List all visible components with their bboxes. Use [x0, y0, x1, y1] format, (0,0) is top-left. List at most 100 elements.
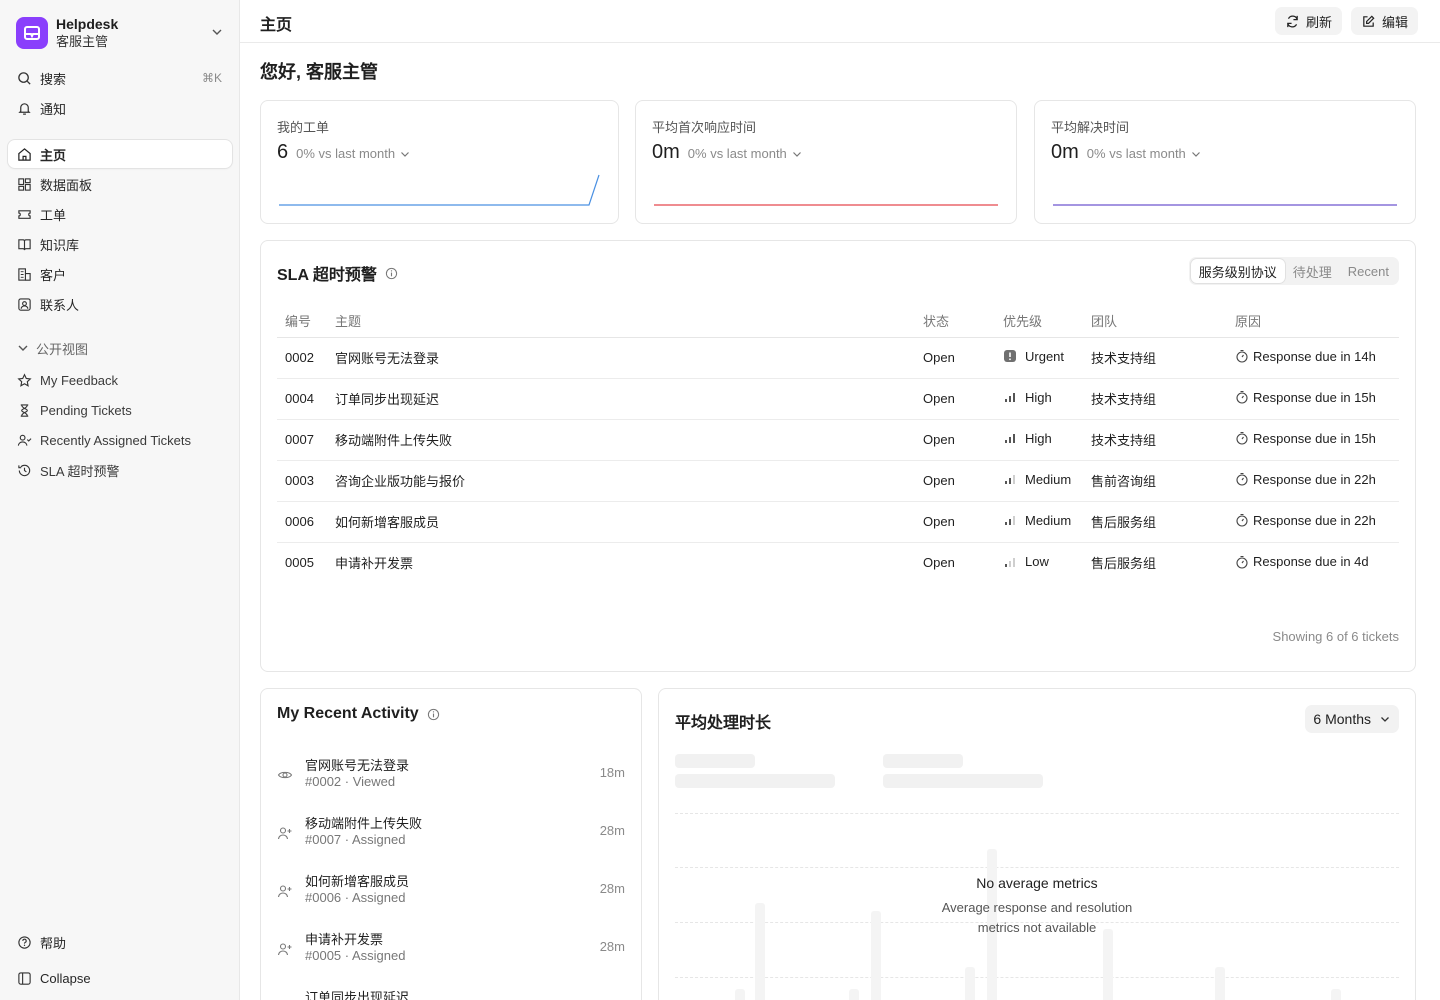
sidebar-item-label: 工单	[40, 207, 67, 223]
metric-value: 6	[277, 141, 289, 163]
ticket-reason: Response due in 4d	[1253, 554, 1369, 569]
sidebar-item-tickets[interactable]: 工单	[8, 200, 232, 228]
sidebar-notifications[interactable]: 通知	[8, 94, 232, 122]
tab-recent[interactable]: Recent	[1340, 259, 1397, 283]
sidebar-view-recently-assigned[interactable]: Recently Assigned Tickets	[8, 426, 232, 454]
chevron-down-icon	[1190, 148, 1202, 160]
ticket-subject: 申请补开发票	[335, 556, 414, 572]
metric-value: 0m	[652, 141, 680, 163]
ticket-priority: High	[1025, 430, 1052, 446]
period-select[interactable]: 6 Months	[1305, 705, 1399, 733]
sidebar-item-label: 联系人	[40, 297, 80, 313]
list-item[interactable]: 订单同步出现延迟	[277, 987, 625, 1000]
info-icon[interactable]	[385, 267, 398, 280]
column-header-status[interactable]: 状态	[915, 305, 995, 338]
chevron-down-icon	[1379, 713, 1391, 725]
column-header-priority[interactable]: 优先级	[995, 305, 1083, 338]
workspace-role: 客服主管	[56, 34, 109, 49]
sidebar-collapse[interactable]: Collapse	[8, 964, 232, 992]
timer-icon	[1235, 349, 1249, 363]
table-header-row: 编号 主题 状态 优先级 团队 原因	[277, 305, 1399, 338]
history-icon	[16, 462, 32, 478]
tab-pending[interactable]: 待处理	[1285, 259, 1340, 283]
ticket-team: 售后服务组	[1091, 556, 1157, 572]
activity-time: 18m	[599, 765, 625, 780]
refresh-label: 刷新	[1306, 14, 1333, 30]
ticket-priority: Medium	[1025, 512, 1072, 528]
urgent-priority-icon	[1003, 349, 1017, 363]
table-row[interactable]: 0002 官网账号无法登录 Open Urgent 技术支持组 Response…	[277, 337, 1399, 379]
skeleton-bar	[1331, 989, 1341, 1000]
list-item[interactable]: 移动端附件上传失败 #0007 · Assigned 28m	[277, 813, 625, 853]
info-icon[interactable]	[427, 708, 440, 721]
signal-medium-icon	[1003, 513, 1017, 527]
skeleton-bar	[1215, 967, 1225, 1000]
ticket-subject: 如何新增客服成员	[327, 501, 915, 543]
list-item[interactable]: 申请补开发票 #0005 · Assigned 28m	[277, 929, 625, 969]
period-value: 6 Months	[1313, 711, 1371, 727]
sidebar-item-home[interactable]: 主页	[8, 140, 232, 168]
ticket-priority: Urgent	[1025, 348, 1065, 364]
sidebar-item-knowledge-base[interactable]: 知识库	[8, 230, 232, 258]
timer-icon	[1235, 472, 1249, 486]
ticket-id: 0002	[277, 337, 327, 379]
avg-title: 平均处理时长	[675, 715, 772, 732]
search-icon	[16, 70, 32, 86]
list-item[interactable]: 官网账号无法登录 #0002 · Viewed 18m	[277, 755, 625, 795]
sidebar-view-pending-tickets[interactable]: Pending Tickets	[8, 396, 232, 424]
sidebar-help[interactable]: 帮助	[8, 928, 232, 956]
column-header-team[interactable]: 团队	[1083, 305, 1227, 338]
public-views-toggle[interactable]: 公开视图	[16, 338, 88, 358]
collapse-label: Collapse	[40, 970, 91, 986]
metric-label: 我的工单	[277, 120, 330, 135]
ticket-status: Open	[923, 555, 955, 571]
greeting: 您好, 客服主管	[260, 62, 379, 82]
workspace-switcher[interactable]: Helpdesk 客服主管	[16, 15, 224, 51]
metric-period-dropdown[interactable]: 0% vs last month	[1087, 146, 1202, 161]
column-header-id[interactable]: 编号	[277, 305, 327, 338]
activity-time: 28m	[599, 881, 625, 896]
table-row[interactable]: 0006 如何新增客服成员 Open Medium 售后服务组 Response…	[277, 501, 1399, 543]
ticket-status: Open	[915, 501, 995, 543]
avg-handling-card: 平均处理时长 6 Months No average metrics Avera…	[658, 688, 1416, 1000]
sidebar-item-customers[interactable]: 客户	[8, 260, 232, 288]
chart-gridline	[675, 867, 1399, 868]
ticket-status: Open	[915, 419, 995, 461]
refresh-icon	[1285, 14, 1300, 29]
column-header-subject[interactable]: 主题	[327, 305, 915, 338]
view-label: My Feedback	[40, 372, 119, 388]
ticket-subject: 咨询企业版功能与报价	[327, 460, 915, 502]
metric-period-dropdown[interactable]: 0% vs last month	[296, 146, 411, 161]
table-row[interactable]: 0005 申请补开发票 Open Low 售后服务组 Response due …	[277, 542, 1399, 583]
table-row[interactable]: 0007 移动端附件上传失败 Open High 技术支持组 Response …	[277, 419, 1399, 461]
activity-ticket-title: 订单同步出现延迟	[305, 990, 410, 1000]
sidebar-view-sla-alert[interactable]: SLA 超时预警	[8, 456, 232, 484]
column-header-reason[interactable]: 原因	[1227, 305, 1399, 338]
metric-period-dropdown[interactable]: 0% vs last month	[688, 146, 803, 161]
timer-icon	[1235, 513, 1249, 527]
tab-sla[interactable]: 服务级别协议	[1190, 259, 1285, 283]
chevron-down-icon	[210, 25, 224, 42]
notifications-label: 通知	[40, 101, 67, 117]
workspace-title: Helpdesk	[56, 16, 119, 32]
table-row[interactable]: 0004 订单同步出现延迟 Open High 技术支持组 Response d…	[277, 378, 1399, 420]
skeleton-block	[883, 774, 1043, 788]
edit-button[interactable]: 编辑	[1351, 7, 1419, 35]
chevron-down-icon	[399, 148, 411, 160]
skeleton-block	[883, 754, 963, 768]
activity-ticket-meta: #0002 · Viewed	[305, 774, 396, 789]
skeleton-bar	[1103, 929, 1113, 1000]
timer-icon	[1235, 390, 1249, 404]
ticket-team: 售后服务组	[1083, 501, 1227, 543]
refresh-button[interactable]: 刷新	[1275, 7, 1343, 35]
bell-icon	[16, 100, 32, 116]
sidebar-item-contacts[interactable]: 联系人	[8, 290, 232, 318]
sidebar: Helpdesk 客服主管 搜索 ⌘K 通知 主页 数据面板 工单 知识库 客户…	[0, 0, 240, 1000]
list-item[interactable]: 如何新增客服成员 #0006 · Assigned 28m	[277, 871, 625, 911]
sidebar-item-dashboard[interactable]: 数据面板	[8, 170, 232, 198]
ticket-status: Open	[915, 337, 995, 379]
sidebar-search[interactable]: 搜索 ⌘K	[8, 64, 232, 92]
chevron-down-icon	[16, 341, 30, 355]
sidebar-view-my-feedback[interactable]: My Feedback	[8, 366, 232, 394]
table-row[interactable]: 0003 咨询企业版功能与报价 Open Medium 售前咨询组 Respon…	[277, 460, 1399, 502]
